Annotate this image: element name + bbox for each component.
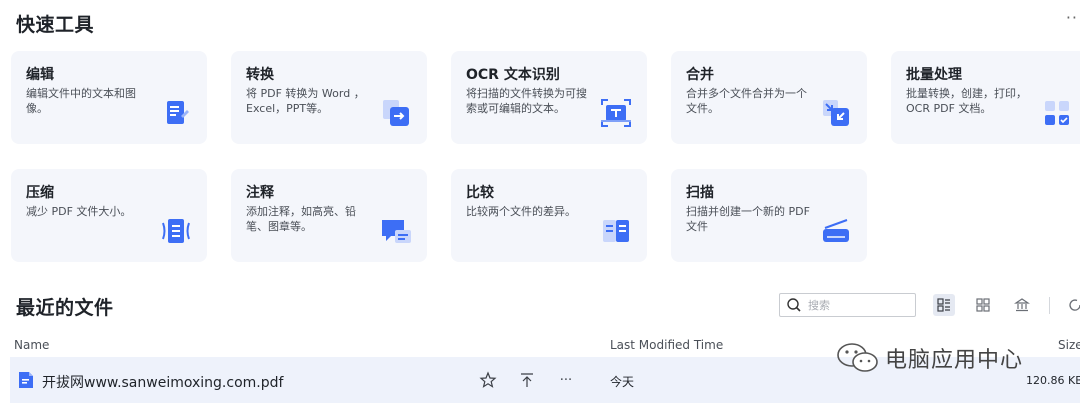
grid-view-button[interactable] <box>972 294 994 316</box>
tool-card-edit[interactable]: 编辑 编辑文件中的文本和图像。 <box>11 51 207 144</box>
tool-card-title: 扫描 <box>686 185 714 201</box>
tool-card-convert[interactable]: 转换 将 PDF 转换为 Word ，Excel，PPT等。 <box>231 51 427 144</box>
more-options-button[interactable]: ·· <box>1066 8 1078 27</box>
toolbar-divider <box>1049 297 1050 314</box>
recent-files-title: 最近的文件 <box>16 297 114 319</box>
tool-card-desc: 合并多个文件合并为一个文件。 <box>686 87 807 115</box>
tool-card-title: 压缩 <box>26 185 54 201</box>
tool-card-title: 比较 <box>466 185 494 201</box>
tool-card-desc: 将 PDF 转换为 Word ，Excel，PPT等。 <box>246 87 365 115</box>
column-header-modified[interactable]: Last Modified Time <box>610 338 723 352</box>
compress-icon <box>159 214 193 248</box>
list-view-icon <box>937 298 950 312</box>
watermark-text: 电脑应用中心 <box>885 348 1024 373</box>
favorite-button[interactable] <box>478 370 498 390</box>
edit-document-icon <box>159 96 193 130</box>
pin-top-icon <box>521 373 533 387</box>
file-modified-time: 今天 <box>610 375 635 389</box>
comment-icon <box>379 214 413 248</box>
column-header-name[interactable]: Name <box>14 338 49 352</box>
convert-icon <box>379 96 413 130</box>
quick-tools-title: 快速工具 <box>16 14 95 36</box>
tool-card-title: 编辑 <box>26 67 54 83</box>
tool-card-title: 批量处理 <box>906 67 962 83</box>
batch-grid-icon <box>1041 96 1075 130</box>
tool-card-desc: 批量转换，创建，打印，OCR PDF 文档。 <box>906 87 1027 115</box>
tool-card-desc: 减少 PDF 文件大小。 <box>26 205 132 218</box>
file-size: 120.86 KB <box>1026 374 1080 387</box>
tool-card-title: OCR 文本识别 <box>466 67 560 83</box>
tool-card-batch[interactable]: 批量处理 批量转换，创建，打印，OCR PDF 文档。 <box>891 51 1080 144</box>
refresh-icon <box>1069 299 1080 311</box>
refresh-button[interactable] <box>1064 294 1080 316</box>
merge-icon <box>819 96 853 130</box>
tool-card-compress[interactable]: 压缩 减少 PDF 文件大小。 <box>11 169 207 262</box>
star-icon <box>479 371 497 388</box>
tool-card-title: 注释 <box>246 185 274 201</box>
building-icon <box>1014 298 1030 312</box>
tool-card-ocr[interactable]: OCR 文本识别 将扫描的文件转换为可搜索或可编辑的文本。 <box>451 51 647 144</box>
row-more-button[interactable]: ··· <box>556 370 576 390</box>
pdf-file-icon <box>19 372 33 388</box>
wechat-icon <box>837 343 878 372</box>
search-box[interactable] <box>779 293 916 317</box>
tool-card-desc: 添加注释，如高亮、铅笔、图章等。 <box>246 205 356 233</box>
tool-card-desc: 将扫描的文件转换为可搜索或可编辑的文本。 <box>466 87 587 115</box>
tool-card-desc: 比较两个文件的差异。 <box>466 205 576 218</box>
tool-card-compare[interactable]: 比较 比较两个文件的差异。 <box>451 169 647 262</box>
tool-card-merge[interactable]: 合并 合并多个文件合并为一个文件。 <box>671 51 867 144</box>
tool-card-title: 转换 <box>246 67 274 83</box>
column-header-size[interactable]: Size <box>1058 338 1080 352</box>
grid-view-icon <box>976 298 990 312</box>
compare-icon <box>599 214 633 248</box>
watermark: 电脑应用中心 <box>835 340 1023 376</box>
tool-card-title: 合并 <box>686 67 714 83</box>
list-view-button[interactable] <box>933 294 955 316</box>
tool-card-desc: 扫描并创建一个新的 PDF 文件 <box>686 205 810 233</box>
tool-card-annotate[interactable]: 注释 添加注释，如高亮、铅笔、图章等。 <box>231 169 427 262</box>
ocr-scan-icon <box>599 96 633 130</box>
search-icon <box>787 298 801 312</box>
pin-top-button[interactable] <box>517 370 537 390</box>
file-name[interactable]: 开拔网www.sanweimoxing.com.pdf <box>42 372 283 392</box>
tool-card-scan[interactable]: 扫描 扫描并创建一个新的 PDF 文件 <box>671 169 867 262</box>
scanner-icon <box>819 214 853 248</box>
tool-card-desc: 编辑文件中的文本和图像。 <box>26 87 136 115</box>
archive-button[interactable] <box>1011 294 1033 316</box>
search-input[interactable] <box>808 298 908 312</box>
